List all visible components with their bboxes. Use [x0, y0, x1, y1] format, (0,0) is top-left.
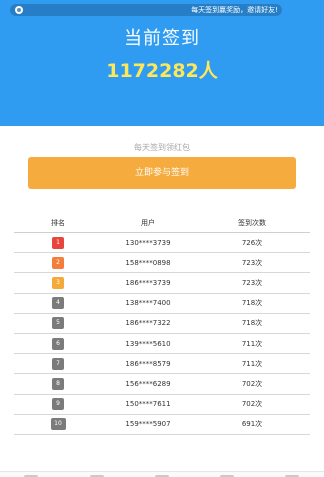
user-phone: 159****5907 [125, 420, 171, 429]
checkin-times: 702次 [241, 379, 263, 388]
table-row: 9 150****7611 702次 [14, 395, 310, 415]
card-subtitle: 每天签到领红包 [134, 143, 190, 152]
checkin-card: 每天签到领红包 立即参与签到 排名 用户 签到次数 1 130****3739 … [0, 126, 324, 471]
bottom-nav [0, 471, 324, 477]
user-phone: 186****8579 [125, 359, 171, 368]
table-header: 排名 用户 签到次数 [14, 214, 310, 233]
user-phone: 158****0898 [125, 258, 171, 267]
table-row: 8 156****6289 702次 [14, 374, 310, 395]
user-phone: 139****5610 [125, 339, 171, 348]
checkin-times: 691次 [241, 420, 263, 429]
announcement-text: 每天签到赢奖励，邀请好友! [191, 6, 278, 14]
checkin-times: 718次 [241, 299, 263, 308]
hero-banner: 每天签到赢奖励，邀请好友! 当前签到 1172282人 [0, 0, 324, 126]
column-header-user: 用户 [141, 219, 155, 227]
announcement-bar[interactable]: 每天签到赢奖励，邀请好友! [10, 4, 282, 16]
rank-badge: 2 [52, 256, 64, 269]
rank-badge: 3 [52, 276, 64, 289]
announcement-icon [15, 6, 23, 14]
checkin-times: 723次 [241, 258, 263, 267]
checkin-times: 702次 [241, 400, 263, 409]
page-title: 当前签到 [124, 28, 200, 49]
column-header-rank: 排名 [51, 219, 65, 227]
user-phone: 186****7322 [125, 319, 171, 328]
table-row: 6 139****5610 711次 [14, 334, 310, 355]
table-row: 10 159****5907 691次 [14, 415, 310, 435]
column-header-count: 签到次数 [238, 219, 266, 227]
rank-badge: 8 [52, 377, 64, 390]
checkin-times: 723次 [241, 278, 263, 287]
checkin-times: 711次 [241, 359, 263, 368]
table-row: 2 158****0898 723次 [14, 253, 310, 274]
table-row: 3 186****3739 723次 [14, 273, 310, 294]
rank-badge: 6 [52, 337, 64, 350]
rank-badge: 5 [52, 317, 64, 330]
ranking-table: 排名 用户 签到次数 1 130****3739 726次 2 158****0… [14, 214, 310, 435]
rank-badge: 9 [52, 398, 64, 411]
rank-badge: 7 [52, 357, 64, 370]
user-phone: 186****3739 [125, 278, 171, 287]
rank-badge: 10 [50, 418, 66, 431]
checkin-times: 718次 [241, 319, 263, 328]
checkin-times: 711次 [241, 339, 263, 348]
rank-badge: 1 [52, 236, 64, 249]
user-phone: 138****7400 [125, 299, 171, 308]
user-phone: 156****6289 [125, 379, 171, 388]
table-row: 5 186****7322 718次 [14, 314, 310, 334]
table-row: 4 138****7400 718次 [14, 294, 310, 314]
table-row: 1 130****3739 726次 [14, 233, 310, 254]
checkin-times: 726次 [241, 238, 263, 247]
user-phone: 150****7611 [125, 400, 171, 409]
checkin-count: 1172282人 [106, 60, 218, 82]
user-phone: 130****3739 [125, 238, 171, 247]
table-row: 7 186****8579 711次 [14, 354, 310, 375]
rank-badge: 4 [52, 297, 64, 310]
join-checkin-button[interactable]: 立即参与签到 [28, 157, 296, 189]
